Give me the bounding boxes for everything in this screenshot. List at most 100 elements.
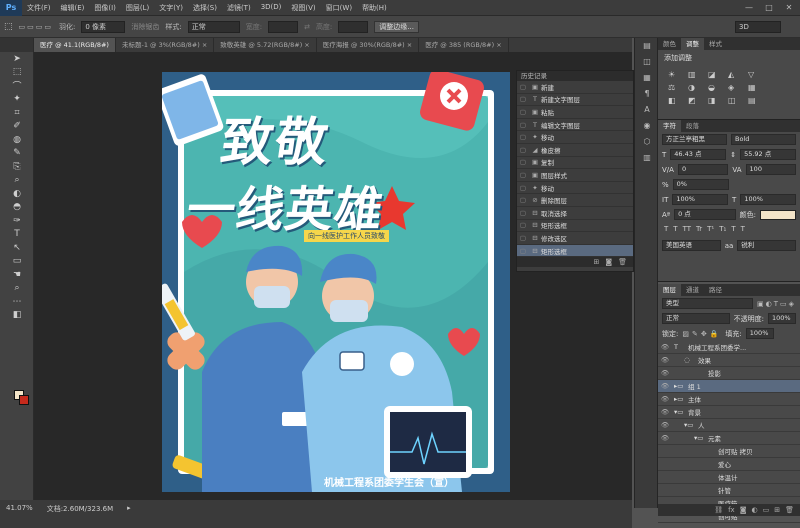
dock-panel-icon[interactable]: ◫ [635, 54, 659, 70]
adjustment-icon[interactable]: ◑ [688, 83, 702, 92]
history-item[interactable]: ▢ ▣ 粘贴 [517, 106, 633, 119]
horizontal-scale-input[interactable]: 100% [740, 194, 796, 205]
dock-panel-icon[interactable]: ⬡ [635, 134, 659, 150]
layer-action-icon[interactable]: 🗑 [785, 504, 794, 516]
adjustment-icon[interactable]: ▦ [748, 83, 762, 92]
tool-icon[interactable]: ⋯ [0, 295, 34, 309]
antialias-select[interactable]: 锐利 [737, 240, 796, 251]
tool-icon[interactable]: ⬚ [0, 66, 34, 80]
tool-icon[interactable]: ⌕ [0, 174, 34, 188]
adjustment-icon[interactable]: ◨ [708, 96, 722, 105]
workspace-select[interactable]: 3D [735, 21, 781, 33]
panel-tab[interactable]: 图层 [658, 284, 681, 296]
history-item[interactable]: ▢ ⊟ 修改选区 [517, 232, 633, 245]
visibility-eye-icon[interactable]: 👁 [658, 434, 672, 442]
blend-mode-select[interactable]: 正常 [662, 313, 730, 324]
history-item[interactable]: ▢ ▣ 新建 [517, 81, 633, 94]
tool-icon[interactable]: ◐ [0, 187, 34, 201]
menu-item[interactable]: 图像(I) [89, 3, 121, 13]
layer-action-icon[interactable]: ▭ [763, 504, 770, 516]
dock-panel-icon[interactable]: ▥ [635, 150, 659, 166]
menu-item[interactable]: 帮助(H) [357, 3, 392, 13]
zoom-level[interactable]: 41.07% [6, 504, 33, 512]
history-item[interactable]: ▢ ⊘ 删除图层 [517, 194, 633, 207]
menu-item[interactable]: 编辑(E) [56, 3, 90, 13]
layer-row[interactable]: 创可贴 拷贝 [658, 445, 800, 458]
tool-icon[interactable]: T [0, 228, 34, 242]
style-select[interactable]: 正常 [187, 20, 240, 33]
adjustment-icon[interactable]: ◫ [728, 96, 742, 105]
history-source-checkbox[interactable]: ▢ [517, 83, 529, 91]
panel-tab[interactable]: 路径 [704, 284, 727, 296]
menu-item[interactable]: 滤镜(T) [222, 3, 256, 13]
panel-tab[interactable]: 样式 [704, 38, 727, 50]
adjustment-icon[interactable]: ◧ [668, 96, 682, 105]
height-input[interactable] [338, 20, 369, 33]
tool-icon[interactable]: ➤ [0, 52, 34, 66]
adjustment-icon[interactable]: ◒ [708, 83, 722, 92]
text-style-button[interactable]: T [673, 225, 677, 233]
selection-mode-icons[interactable]: ▭▭▭▭ [19, 23, 53, 31]
history-source-checkbox[interactable]: ▢ [517, 133, 529, 141]
tracking-input[interactable]: 100 [745, 164, 797, 175]
visibility-eye-icon[interactable]: 👁 [658, 356, 672, 364]
tool-icon[interactable]: ◧ [0, 309, 34, 323]
adjustment-icon[interactable]: ▽ [748, 70, 762, 79]
adjustment-icon[interactable]: ☀ [668, 70, 682, 79]
dock-panel-icon[interactable]: ¶ [635, 86, 659, 102]
poster-canvas[interactable]: 致敬 一线英雄 向一线医护工作人员致敬 机械工程系团委学生会（宣） [162, 72, 510, 492]
history-item[interactable]: ▢ T 编辑文字图层 [517, 119, 633, 132]
tool-icon[interactable]: ◓ [0, 201, 34, 215]
tool-icon[interactable]: ⌒ [0, 79, 34, 93]
text-style-button[interactable]: T¹ [707, 225, 714, 233]
tool-icon[interactable]: ⌗ [0, 106, 34, 120]
history-item[interactable]: ▢ ✦ 移动 [517, 131, 633, 144]
menu-item[interactable]: 选择(S) [188, 3, 222, 13]
layer-action-icon[interactable]: ◙ [740, 504, 747, 516]
history-panel-title[interactable]: 历史记录 [517, 71, 633, 81]
history-source-checkbox[interactable]: ▢ [517, 234, 529, 242]
lock-icons[interactable]: ▨✎✥🔒 [682, 330, 721, 338]
layer-row[interactable]: 👁 ▾▭ 元素 [658, 432, 800, 445]
opacity-input[interactable]: 100% [768, 313, 796, 324]
history-source-checkbox[interactable]: ▢ [517, 171, 529, 179]
maximize-button[interactable]: □ [760, 2, 778, 14]
menu-item[interactable]: 视图(V) [286, 3, 320, 13]
history-action-icon[interactable]: ⊞ [593, 257, 599, 267]
history-source-checkbox[interactable]: ▢ [517, 247, 529, 255]
feather-input[interactable]: 0 像素 [81, 20, 126, 33]
layer-row[interactable]: 爱心 [658, 458, 800, 471]
close-button[interactable]: ✕ [780, 2, 798, 14]
layer-row[interactable]: 👁 ▸▭ 组 1 [658, 380, 800, 393]
panel-tab[interactable]: 段落 [681, 120, 704, 132]
vertical-scale-input[interactable]: 100% [672, 194, 729, 205]
layer-row[interactable]: 👁 ▸▭ 主体 [658, 393, 800, 406]
dock-panel-icon[interactable]: ◉ [635, 118, 659, 134]
layer-row[interactable]: 👁 投影 [658, 367, 800, 380]
document-tab[interactable]: 未标题-1 @ 3%(RGB/8#) × [116, 38, 215, 52]
width-input[interactable] [268, 20, 299, 33]
minimize-button[interactable]: — [740, 2, 758, 14]
text-style-button[interactable]: T [731, 225, 735, 233]
adjustment-icon[interactable]: ▤ [748, 96, 762, 105]
tool-icon[interactable]: ✎ [0, 147, 34, 161]
document-tab[interactable]: 致敬英雄 @ 5.72(RGB/8#) × [214, 38, 317, 52]
background-color-swatch[interactable] [19, 395, 29, 405]
layer-action-icon[interactable]: ⛓ [714, 504, 723, 516]
layer-kind-filter[interactable]: 类型 [662, 298, 753, 309]
history-source-checkbox[interactable]: ▢ [517, 121, 529, 129]
panel-tab[interactable]: 字符 [658, 120, 681, 132]
history-item[interactable]: ▢ ✦ 移动 [517, 182, 633, 195]
adjustment-icon[interactable]: ▥ [688, 70, 702, 79]
history-source-checkbox[interactable]: ▢ [517, 221, 529, 229]
visibility-eye-icon[interactable]: 👁 [658, 343, 672, 351]
adjustment-icon[interactable]: ◈ [728, 83, 742, 92]
panel-tab[interactable]: 通道 [681, 284, 704, 296]
tool-icon[interactable]: ✑ [0, 214, 34, 228]
tool-icon[interactable]: ✐ [0, 120, 34, 134]
text-style-button[interactable]: TT [683, 225, 691, 233]
layer-row[interactable]: 体温计 [658, 471, 800, 484]
layer-action-icon[interactable]: ⊞ [774, 504, 780, 516]
menu-item[interactable]: 文字(Y) [154, 3, 188, 13]
adjustment-icon[interactable]: ◭ [728, 70, 742, 79]
